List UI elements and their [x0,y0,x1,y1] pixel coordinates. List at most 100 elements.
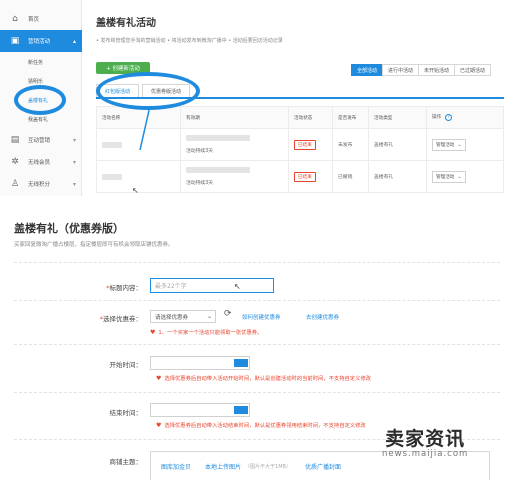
action-cell: 管理活动 ⌄ [426,128,504,161]
end-time-tip: ♥ 选择优惠券后自动带入活动结束时间，默认是优惠券领用结束时间，不支持自定义修改 [156,421,366,430]
redacted-dates [186,167,250,173]
interactive-icon: ▤ [10,135,20,145]
redacted-name [102,173,122,180]
home-icon: ⌂ [12,14,18,24]
chevron-down-icon: ▾ [72,158,76,166]
coupon-form: 盖楼有礼（优惠券版） 买家回复微淘广播占楼层，指定楼层即可有机会领取店铺优惠券。… [0,196,516,480]
title-input[interactable]: 最多22个字 [150,278,274,293]
chevron-down-icon: ⌄ [457,141,462,148]
sidebar-item-label: 无线积分 [28,182,51,188]
sidebar-item-label: 首页 [28,17,40,23]
chevron-down-icon: ⌄ [457,173,462,180]
manage-label: 管理活动 [436,174,455,180]
filter-running[interactable]: 进行中活动 [382,64,420,76]
watermark-text: 卖家资讯 [385,428,466,450]
divider [14,344,500,345]
start-time-tip: ♥ 选择优惠券后自动带入活动开始时间，默认是创建活动时的当前时间，不支持自定义修改 [156,374,371,383]
sidebar-item-label: 互动营销 [28,138,51,144]
watermark: 卖家资讯 news.maijia.com [382,424,468,459]
sidebar-sub-guess[interactable]: 猜明乐 [28,78,43,85]
end-time-label: 结束时间： [109,409,143,417]
table-row: 活动持续3天 已结束 未发布 盖楼有礼 管理活动 ⌄ [96,128,504,161]
column-header: 是否发布 [332,106,369,129]
validity-cell: 活动持续3天 [180,160,289,193]
divider [14,262,500,263]
activity-list-screenshot: ⌂ 首页 ▣ 营销活动 ▴ 新任务 猜明乐 盖楼有礼 我盖有礼 ▤ 互动营销 ▾… [0,0,516,196]
calendar-icon[interactable] [234,359,248,367]
type-cell: 盖楼有礼 [368,128,427,161]
sidebar-item-interactive[interactable]: ▤ 互动营销 ▾ [0,129,82,151]
calendar-icon[interactable] [234,406,248,414]
campaign-icon: ▣ [10,36,20,46]
how-to-create-coupon-link[interactable]: 如何创建优惠券 [242,313,281,321]
column-header: 操作? [426,106,504,129]
status-cell: 已结束 [288,128,333,161]
sidebar-item-campaign[interactable]: ▣ 营销活动 ▴ [0,30,82,52]
broadcast-cover-option[interactable]: 优质广播封面 [305,462,341,471]
manage-activity-dropdown[interactable]: 管理活动 ⌄ [432,170,466,183]
filter-expired[interactable]: 已过期活动 [454,64,492,76]
label-text: 标题内容： [109,284,143,292]
status-badge: 已结束 [294,139,316,150]
gallery-option[interactable]: 图库加金贝 [161,462,191,471]
location-pin-icon: ♥ [150,328,156,336]
manage-label: 管理活动 [436,142,455,148]
form-title: 盖楼有礼（优惠券版） [14,222,124,235]
status-cell: 已结束 [288,160,333,193]
column-header: 活动名称 [96,106,181,129]
sidebar: ⌂ 首页 ▣ 营销活动 ▴ 新任务 猜明乐 盖楼有礼 我盖有礼 ▤ 互动营销 ▾… [0,0,82,196]
coupon-label: *选择优惠券： [99,315,142,323]
refresh-icon[interactable]: ⟳ [224,309,232,319]
mouse-cursor-icon: ↖ [132,186,139,195]
start-time-input[interactable] [150,356,250,370]
coupon-tip: ♥ 1、一个买家一个活动只能领取一张优惠券。 [150,328,263,337]
form-subtitle: 买家回复微淘广播占楼层，指定楼层即可有机会领取店铺优惠券。 [14,242,174,248]
chevron-down-icon: ⌄ [206,313,212,320]
upload-size-note: （图片不大于1MB） [245,464,291,470]
coupon-select[interactable]: 请选择优惠券 ⌄ [150,310,216,323]
page-title: 盖楼有礼活动 [96,18,156,29]
sidebar-item-points[interactable]: ♙ 无线积分 ▾ [0,173,82,195]
location-pin-icon: ♥ [156,374,162,382]
tip-text: 选择优惠券后自动带入活动结束时间，默认是优惠券领用结束时间，不支持自定义修改 [164,423,366,429]
published-cell: 已撤销 [332,160,369,193]
mouse-cursor-icon: ↖ [234,282,241,291]
divider [14,392,500,393]
manage-activity-dropdown[interactable]: 管理活动 ⌄ [432,138,466,151]
divider [14,300,500,301]
type-cell: 盖楼有礼 [368,160,427,193]
status-filter: 全部活动 进行中活动 未开始活动 已过期活动 [351,64,492,76]
duration-text: 活动持续3天 [186,181,214,186]
local-upload-option[interactable]: 本地上传图片 [205,462,241,471]
activity-name-cell [96,128,181,161]
filter-all[interactable]: 全部活动 [351,64,384,76]
sidebar-item-members[interactable]: ✲ 无线会员 ▾ [0,151,82,173]
sidebar-item-home[interactable]: ⌂ 首页 [0,8,82,30]
duration-text: 活动持续3天 [186,149,214,154]
table-row: 活动持续3天 已结束 已撤销 盖楼有礼 管理活动 ⌄ [96,160,504,193]
column-header: 活动类型 [368,106,427,129]
filter-upcoming[interactable]: 未开始活动 [418,64,456,76]
validity-cell: 活动持续3天 [180,128,289,161]
start-time-label: 开始时间： [109,361,143,369]
end-time-input[interactable] [150,403,250,417]
sidebar-sub-my-gift[interactable]: 我盖有礼 [28,116,48,123]
chevron-down-icon: ▾ [72,136,76,144]
status-badge: 已结束 [294,171,316,182]
sidebar-sub-new-task[interactable]: 新任务 [28,59,43,66]
create-coupon-link[interactable]: 去创建优惠券 [306,313,339,321]
tip-text: 选择优惠券后自动带入活动开始时间，默认是创建活动时的当前时间，不支持自定义修改 [164,376,371,382]
column-header: 活动状态 [288,106,333,129]
help-icon[interactable]: ? [445,114,453,121]
sidebar-item-label: 无线会员 [28,160,51,166]
redacted-dates [186,135,250,141]
sidebar-item-label: 营销活动 [28,39,51,45]
page-description: • 发布和管理您手淘的营销活动 • 将活动发布到微淘广播中 • 活动后要回访活动… [96,38,283,44]
highlight-circle [14,85,66,115]
points-icon: ♙ [10,179,20,189]
tip-text: 1、一个买家一个活动只能领取一张优惠券。 [158,330,263,336]
published-cell: 未发布 [332,128,369,161]
members-icon: ✲ [11,157,19,167]
theme-label: 商铺主题： [109,458,143,466]
select-value: 请选择优惠券 [155,314,189,321]
